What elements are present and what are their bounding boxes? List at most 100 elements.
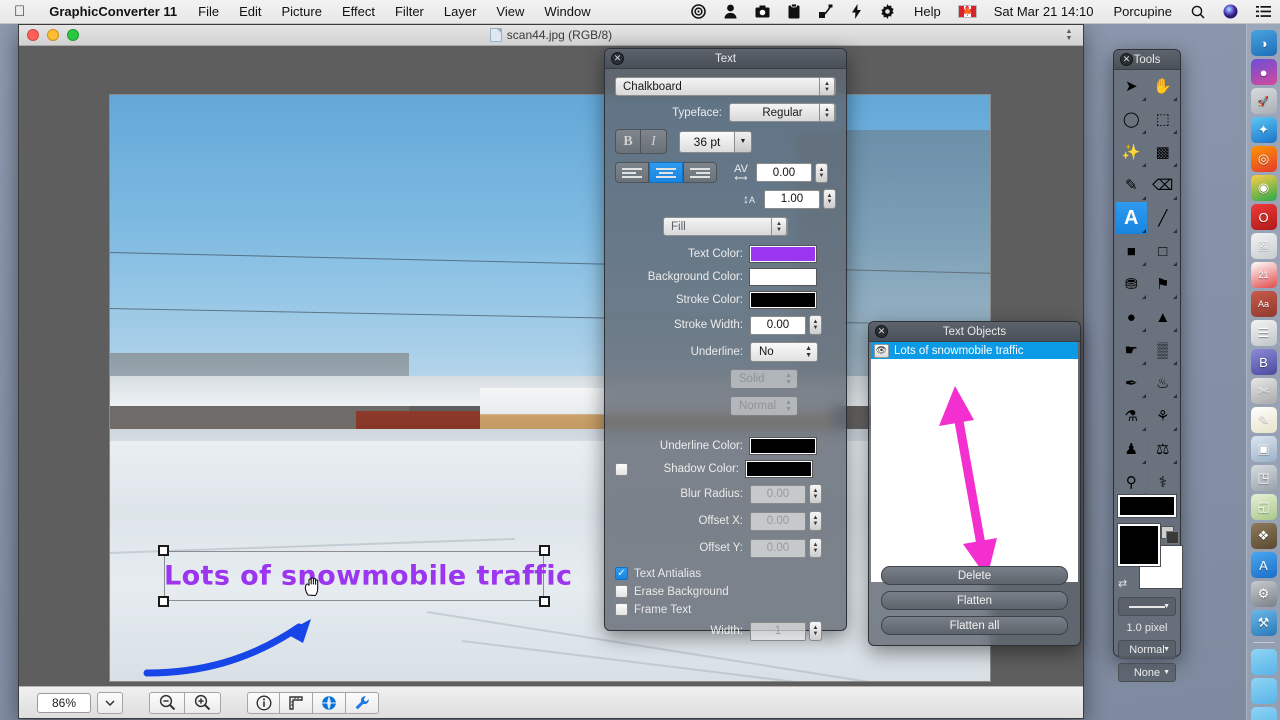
- tool-options-corner[interactable]: [1173, 460, 1177, 464]
- smudge-finger-tool[interactable]: ☛: [1116, 334, 1147, 366]
- dock-item-photo-stack[interactable]: ❖: [1250, 523, 1277, 549]
- ruler-icon[interactable]: [280, 691, 313, 714]
- color-picker-tool[interactable]: ⚘: [1147, 400, 1178, 432]
- background-color-swatch[interactable]: [749, 268, 817, 286]
- dock-item-image-capture[interactable]: ◳: [1250, 465, 1277, 491]
- font-size-field[interactable]: 36 pt: [679, 130, 735, 153]
- line-spacing-stepper[interactable]: ▲ ▼: [823, 189, 836, 209]
- resize-handle-bottom-right[interactable]: [539, 596, 550, 607]
- align-right-button[interactable]: [683, 162, 717, 183]
- tool-options-corner[interactable]: [1141, 361, 1146, 365]
- tool-options-corner[interactable]: [1173, 163, 1177, 167]
- dock-item-finder[interactable]: ◑: [1250, 30, 1277, 56]
- pencil-tool[interactable]: ✎: [1116, 169, 1147, 201]
- tool-options-corner[interactable]: [1173, 394, 1177, 398]
- bolt-icon[interactable]: [842, 4, 871, 19]
- tool-options-corner[interactable]: [1141, 229, 1146, 233]
- line-style-dropdown[interactable]: ▼: [1118, 597, 1176, 616]
- dock-item-system-preferences[interactable]: ⚙: [1250, 581, 1277, 607]
- dock-item-safari[interactable]: ✦: [1250, 117, 1277, 143]
- canada-flag-icon[interactable]: 🍁: [957, 5, 977, 18]
- tool-options-corner[interactable]: [1141, 394, 1146, 398]
- dock-item-chrome[interactable]: ◉: [1250, 175, 1277, 201]
- dock-item-dictionary[interactable]: Aa: [1250, 291, 1277, 317]
- zoom-input[interactable]: 86%: [37, 692, 91, 713]
- arrow-pointer-tool[interactable]: ➤: [1116, 70, 1147, 102]
- typeface-stepper[interactable]: ▲ ▼: [819, 103, 835, 122]
- stroke-color-swatch[interactable]: [749, 291, 817, 309]
- burn-tool[interactable]: ♨: [1147, 367, 1178, 399]
- caliper-measure-tool[interactable]: ⚖: [1147, 433, 1178, 465]
- kerning-stepper[interactable]: ▲ ▼: [815, 162, 828, 183]
- eyedropper-tool[interactable]: ⚗: [1116, 400, 1147, 432]
- close-icon[interactable]: ✕: [1120, 53, 1133, 66]
- dock-item-downloads-folder[interactable]: [1250, 678, 1277, 704]
- font-name-combo[interactable]: Chalkboard ▲ ▼: [615, 77, 836, 96]
- tool-options-corner[interactable]: [1141, 130, 1146, 134]
- line-preview-swatch[interactable]: [1117, 494, 1177, 518]
- dock-item-graphic-tool[interactable]: ✄: [1250, 378, 1277, 404]
- kerning-input[interactable]: 0.00: [756, 163, 812, 182]
- foreground-color-swatch[interactable]: [1117, 523, 1161, 567]
- stroke-width-input[interactable]: 0.00: [750, 315, 806, 335]
- text-color-swatch[interactable]: [749, 245, 817, 263]
- align-left-button[interactable]: [615, 162, 649, 183]
- line-spacing-input[interactable]: 1.00: [764, 189, 820, 209]
- tool-options-corner[interactable]: [1173, 295, 1177, 299]
- eraser-tool[interactable]: ⌫: [1147, 169, 1178, 201]
- brush-tool[interactable]: ✒: [1116, 367, 1147, 399]
- text-dialog-titlebar[interactable]: ✕ Text: [605, 49, 846, 69]
- dock-item-preview[interactable]: ▣: [1250, 436, 1277, 462]
- dock-item-documents-folder[interactable]: [1250, 649, 1277, 675]
- line-tool[interactable]: ╱: [1147, 202, 1178, 234]
- apple-icon[interactable]: : [0, 4, 38, 19]
- silhouette-tool[interactable]: ♟: [1116, 433, 1147, 465]
- dock-item-firefox[interactable]: ◎: [1250, 146, 1277, 172]
- text-tool[interactable]: A: [1116, 202, 1147, 234]
- hand-tool[interactable]: ✋: [1147, 70, 1178, 102]
- sort-chevron-icon[interactable]: ▲ ▼: [1061, 27, 1077, 43]
- tool-options-corner[interactable]: [1141, 427, 1146, 431]
- text-objects-list[interactable]: 👁 Lots of snowmobile traffic: [871, 342, 1078, 582]
- zoom-in-icon[interactable]: [185, 691, 221, 714]
- menubar-username[interactable]: Porcupine: [1103, 4, 1182, 19]
- tool-options-corner[interactable]: [1173, 196, 1177, 200]
- underline-popup[interactable]: No ▲ ▼: [750, 342, 818, 362]
- dock-item-app-store[interactable]: A: [1250, 552, 1277, 578]
- resize-handle-bottom-left[interactable]: [158, 596, 169, 607]
- tool-options-corner[interactable]: [1173, 328, 1177, 332]
- search-icon[interactable]: [1182, 5, 1214, 19]
- document-titlebar[interactable]: scan44.jpg (RGB/8) ▲ ▼: [19, 25, 1083, 46]
- menu-file[interactable]: File: [188, 4, 229, 19]
- stamp-tool[interactable]: ⚑: [1147, 268, 1178, 300]
- tools-palette[interactable]: ✕ Tools ➤ ✋ ◯ ⬚ ✨ ▩ ✎ ⌫ A ╱ ■ □ ⛃ ⚑ ● ▲ ☛ ▒ ✒ ♨ ⚗ ⚘ ♟ ⚖ ⚲ ⚕ ⇄ ▼ 1…: [1113, 49, 1183, 682]
- list-icon[interactable]: [1247, 5, 1280, 18]
- tool-options-corner[interactable]: [1173, 97, 1177, 101]
- blend-mode-dropdown[interactable]: Normal ▼: [1118, 640, 1176, 659]
- erase-background-checkbox[interactable]: [615, 585, 628, 598]
- tool-options-corner[interactable]: [1141, 97, 1146, 101]
- dock-item-opera[interactable]: O: [1250, 204, 1277, 230]
- close-icon[interactable]: ✕: [875, 325, 888, 338]
- delete-button[interactable]: Delete: [881, 566, 1068, 585]
- menu-help[interactable]: Help: [904, 4, 951, 19]
- dock-item-applications-folder[interactable]: [1250, 707, 1277, 720]
- swap-colors-icon[interactable]: ⇄: [1118, 577, 1127, 590]
- tool-options-corner[interactable]: [1173, 130, 1177, 134]
- stroke-width-stepper[interactable]: ▲ ▼: [809, 315, 822, 335]
- dock-item-launchpad[interactable]: 🚀: [1250, 88, 1277, 114]
- text-object-selection[interactable]: Lots of snowmobile traffic: [158, 545, 572, 607]
- camera-icon[interactable]: [746, 5, 779, 18]
- frame-text-checkbox[interactable]: [615, 603, 628, 616]
- tools-titlebar[interactable]: ✕ Tools: [1114, 50, 1180, 70]
- font-name-stepper[interactable]: ▲ ▼: [819, 77, 835, 96]
- tool-options-corner[interactable]: [1141, 262, 1146, 266]
- shadow-color-checkbox[interactable]: [615, 462, 628, 476]
- flatten-button[interactable]: Flatten: [881, 591, 1068, 610]
- info-icon[interactable]: [247, 691, 280, 714]
- globe-icon[interactable]: [313, 691, 346, 714]
- menu-view[interactable]: View: [486, 4, 534, 19]
- dock-item-bbedit[interactable]: B: [1250, 349, 1277, 375]
- flatten-all-button[interactable]: Flatten all: [881, 616, 1068, 635]
- magic-wand-tool[interactable]: ✨: [1116, 136, 1147, 168]
